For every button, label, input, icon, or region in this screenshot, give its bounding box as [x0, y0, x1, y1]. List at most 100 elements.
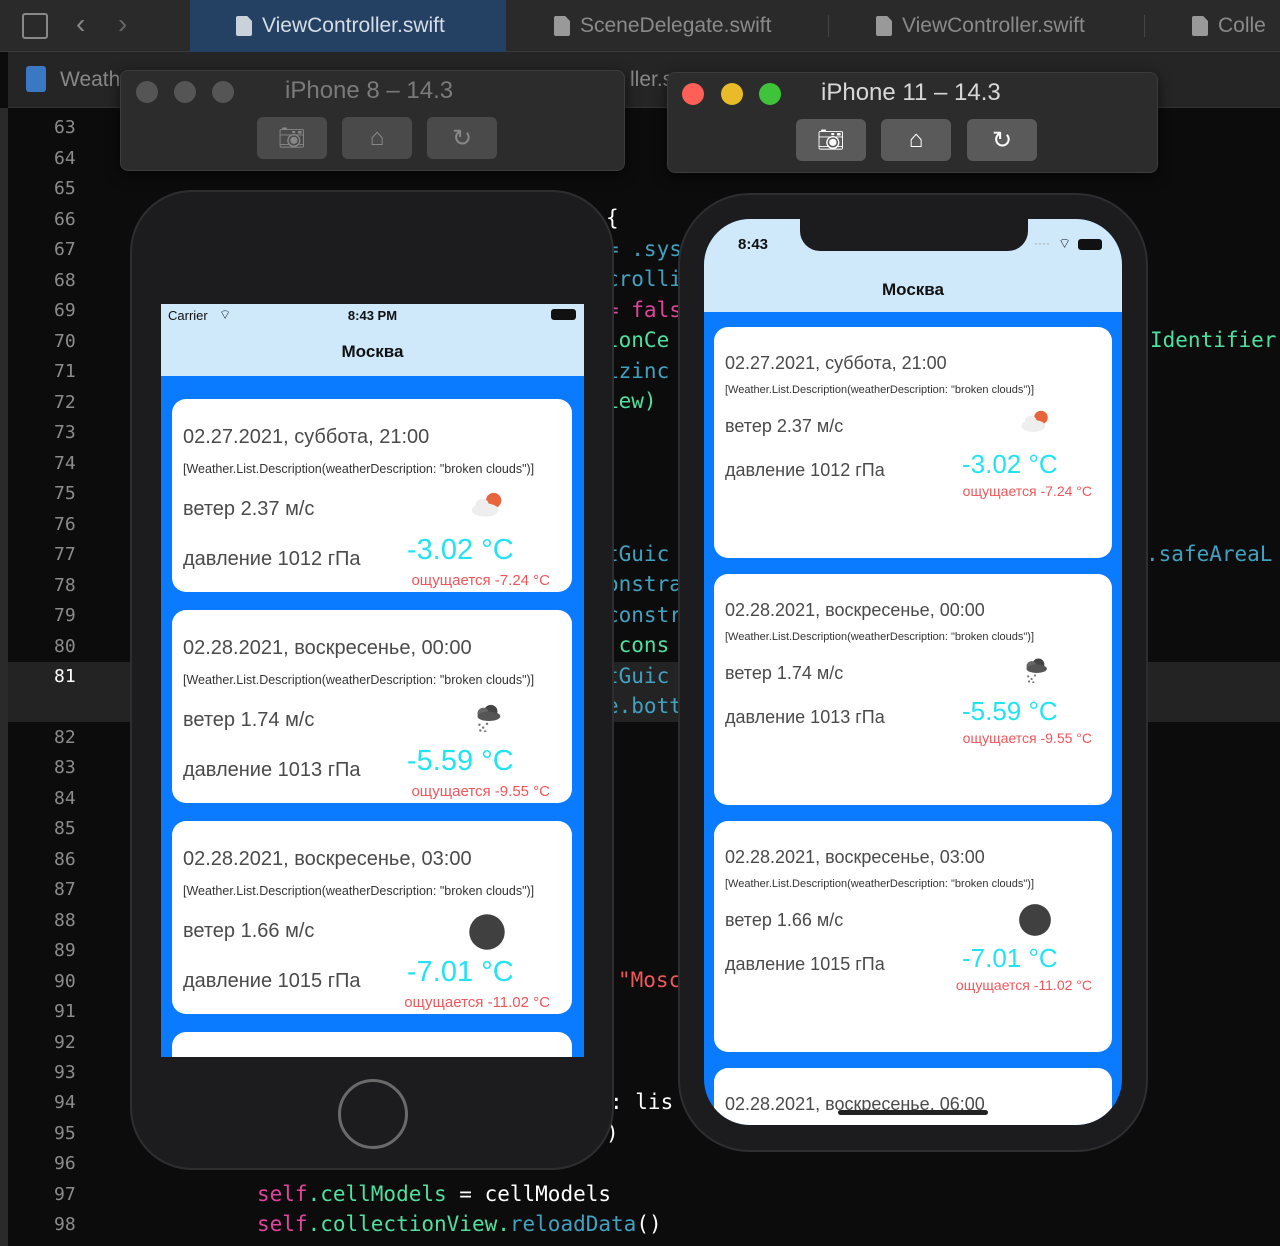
tab-label: SceneDelegate.swift	[580, 14, 772, 37]
back-chevron-icon[interactable]: ‹	[76, 8, 85, 40]
cell-feels-like: ощущается -9.55 °C	[962, 730, 1092, 746]
simulator-title: iPhone 11 – 14.3	[821, 79, 1001, 106]
line-number: 66	[54, 208, 76, 230]
weather-cell[interactable]: 02.27.2021, суббота, 21:00 [Weather.List.…	[714, 327, 1112, 558]
cell-date: 02.28.2021, воскресенье, 00:00	[183, 637, 472, 659]
weather-cell[interactable]: 02.28.2021, воскресенье, 06:00	[714, 1068, 1112, 1125]
nav-title: Москва	[882, 280, 944, 299]
line-number: 74	[54, 452, 76, 474]
weather-cell[interactable]: 02.28.2021, воскресенье, 03:00 [Weather.L…	[172, 821, 572, 1014]
line-number: 68	[54, 269, 76, 291]
weather-cell[interactable]: 02.28.2021, воскресенье, 00:00 [Weather.L…	[714, 574, 1112, 805]
cell-feels-like: ощущается -7.24 °C	[411, 572, 550, 589]
camera-icon: 📷︎	[817, 127, 845, 152]
tab-scenedelegate[interactable]: SceneDelegate.swift	[508, 0, 828, 52]
cell-temperature: -7.01 °C	[962, 943, 1058, 973]
cell-feels-like: ощущается -9.55 °C	[411, 783, 550, 800]
related-items-icon[interactable]	[22, 13, 48, 39]
device-home-button[interactable]	[338, 1079, 408, 1149]
nav-title: Москва	[341, 342, 404, 361]
screenshot-button[interactable]: 📷︎	[257, 117, 327, 159]
code-fragment[interactable]: = .sys	[606, 237, 682, 261]
code-fragment[interactable]: tGuic	[606, 664, 669, 688]
code-fragment[interactable]: .safeAreaL	[1146, 542, 1272, 566]
simulator-iphone8-toolbar: iPhone 8 – 14.3 📷︎ ⌂ ↻	[120, 70, 625, 171]
minimize-button[interactable]	[721, 83, 743, 105]
weather-cell[interactable]: 02.27.2021, суббота, 21:00 [Weather.List.…	[172, 399, 572, 592]
code-fragment[interactable]: constr	[606, 603, 682, 627]
notch	[800, 219, 1028, 251]
code-fragment[interactable]: e.bott	[606, 694, 682, 718]
line-number: 72	[54, 391, 76, 413]
code-fragment[interactable]: Identifier	[1150, 328, 1276, 352]
forward-chevron-icon[interactable]: ›	[118, 8, 127, 40]
tab-viewcontroller[interactable]: ViewController.swift	[190, 0, 506, 52]
line-number: 69	[54, 300, 76, 321]
iphone11-screen: 8:43 ···· ⌔ Москва 02.27.2021, суббота, …	[704, 219, 1122, 1125]
tab-divider	[828, 15, 829, 37]
battery-icon	[1078, 239, 1102, 250]
cell-feels-like: ощущается -7.24 °C	[962, 483, 1092, 499]
line-number: 90	[54, 970, 76, 992]
close-button[interactable]	[682, 83, 704, 105]
line-number: 65	[54, 178, 76, 199]
weather-cell[interactable]: 02.28.2021, воскресенье, 00:00 [Weather.L…	[172, 610, 572, 803]
code-fragment[interactable]: lonCe	[606, 328, 669, 352]
line-number: 93	[54, 1061, 76, 1083]
home-indicator[interactable]	[838, 1110, 988, 1115]
cell-pressure: давление 1013 гПа	[183, 759, 361, 781]
code-token: .cellModels	[307, 1182, 447, 1206]
cell-temperature: -7.01 °C	[407, 956, 514, 988]
line-number: 64	[54, 147, 76, 169]
line-number: 71	[54, 361, 76, 382]
cell-description: [Weather.List.Description(weatherDescrip…	[183, 884, 535, 898]
screenshot-button[interactable]: 📷︎	[796, 119, 866, 161]
line-number: 92	[54, 1031, 76, 1053]
rotate-button[interactable]: ↻	[967, 119, 1037, 161]
snow-cloud-icon	[468, 702, 506, 737]
line-number: 91	[54, 1001, 76, 1023]
code-fragment[interactable]: "Mosc	[618, 968, 681, 992]
code-line-98[interactable]: self.collectionView.reloadData()	[257, 1212, 662, 1236]
code-token: self	[257, 1182, 308, 1206]
cell-wind: ветер 1.66 м/с	[183, 920, 315, 942]
code-token: = cellModels	[446, 1182, 612, 1206]
close-button[interactable]	[136, 81, 158, 103]
code-fragment[interactable]: tGuic	[606, 542, 669, 566]
code-fragment[interactable]: onstra	[606, 572, 682, 596]
cell-wind: ветер 1.74 м/с	[183, 709, 315, 731]
zoom-button[interactable]	[212, 81, 234, 103]
zoom-button[interactable]	[759, 83, 781, 105]
navigation-bar: Carrier ︎⌔ 8:43 PM Москва	[161, 304, 584, 376]
camera-icon: 📷︎	[278, 125, 306, 150]
cell-temperature: -5.59 °C	[407, 745, 514, 777]
weather-cell[interactable]	[172, 1032, 572, 1057]
code-fragment[interactable]: crolli	[606, 267, 682, 291]
status-time: 8:43 PM	[347, 308, 398, 323]
line-number: 78	[54, 574, 76, 596]
tab-collection[interactable]: Colle	[1146, 0, 1280, 52]
cloud-sun-icon	[1018, 409, 1052, 438]
swift-file-icon	[1192, 16, 1208, 36]
jumpbar-project[interactable]: Weath	[60, 68, 120, 92]
code-fragment[interactable]: .cons	[606, 633, 669, 657]
code-fragment[interactable]: = fals	[606, 298, 682, 322]
code-line-97[interactable]: self.cellModels = cellModels	[257, 1182, 611, 1206]
home-button[interactable]: ⌂	[881, 119, 951, 161]
navigation-bar: 8:43 ···· ⌔ Москва	[704, 219, 1122, 312]
minimize-button[interactable]	[174, 81, 196, 103]
simulator-iphone11-toolbar: iPhone 11 – 14.3 📷︎ ⌂ ↻	[667, 72, 1158, 173]
line-number: 73	[54, 422, 76, 443]
code-fragment[interactable]: izinc	[606, 359, 669, 383]
weather-cell[interactable]: 02.28.2021, воскресенье, 03:00 [Weather.L…	[714, 821, 1112, 1052]
home-button[interactable]: ⌂	[342, 117, 412, 159]
cell-description: [Weather.List.Description(weatherDescrip…	[725, 878, 1035, 890]
tab-viewcontroller-2[interactable]: ViewController.swift	[830, 0, 1144, 52]
rotate-button[interactable]: ↻	[427, 117, 497, 159]
tab-label: Colle	[1218, 14, 1266, 37]
snow-cloud-icon	[1018, 656, 1052, 688]
code-token: ()	[636, 1212, 662, 1236]
editor-tab-bar: ‹ › ViewController.swift SceneDelegate.s…	[0, 0, 1280, 52]
cloud-sun-icon	[468, 491, 506, 523]
code-fragment[interactable]: : lis	[610, 1090, 673, 1114]
